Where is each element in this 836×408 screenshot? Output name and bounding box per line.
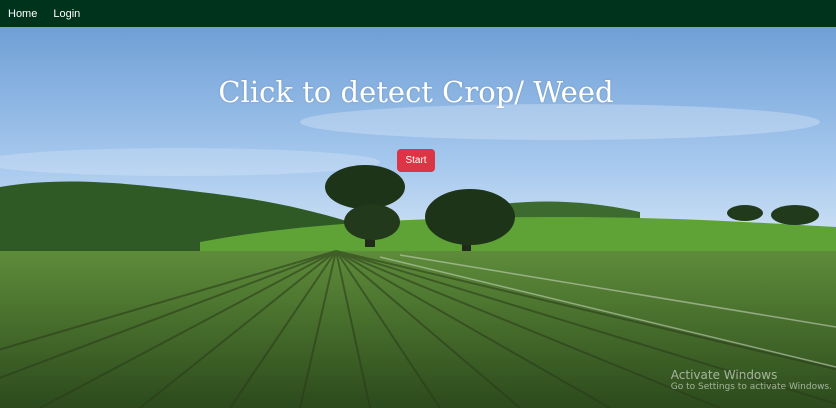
watermark-subtitle: Go to Settings to activate Windows. xyxy=(670,382,832,392)
nav-link-home[interactable]: Home xyxy=(8,8,37,20)
watermark-title: Activate Windows xyxy=(670,368,778,382)
start-button[interactable]: Start xyxy=(397,149,435,172)
activate-windows-watermark: Activate Windows Go to Settings to activ… xyxy=(671,368,832,392)
hero-title: Click to detect Crop/ Weed xyxy=(218,75,614,109)
hero-section: Click to detect Crop/ Weed Start Activat… xyxy=(0,27,836,408)
nav-link-login[interactable]: Login xyxy=(53,8,80,20)
top-navbar: Home Login xyxy=(0,0,836,27)
